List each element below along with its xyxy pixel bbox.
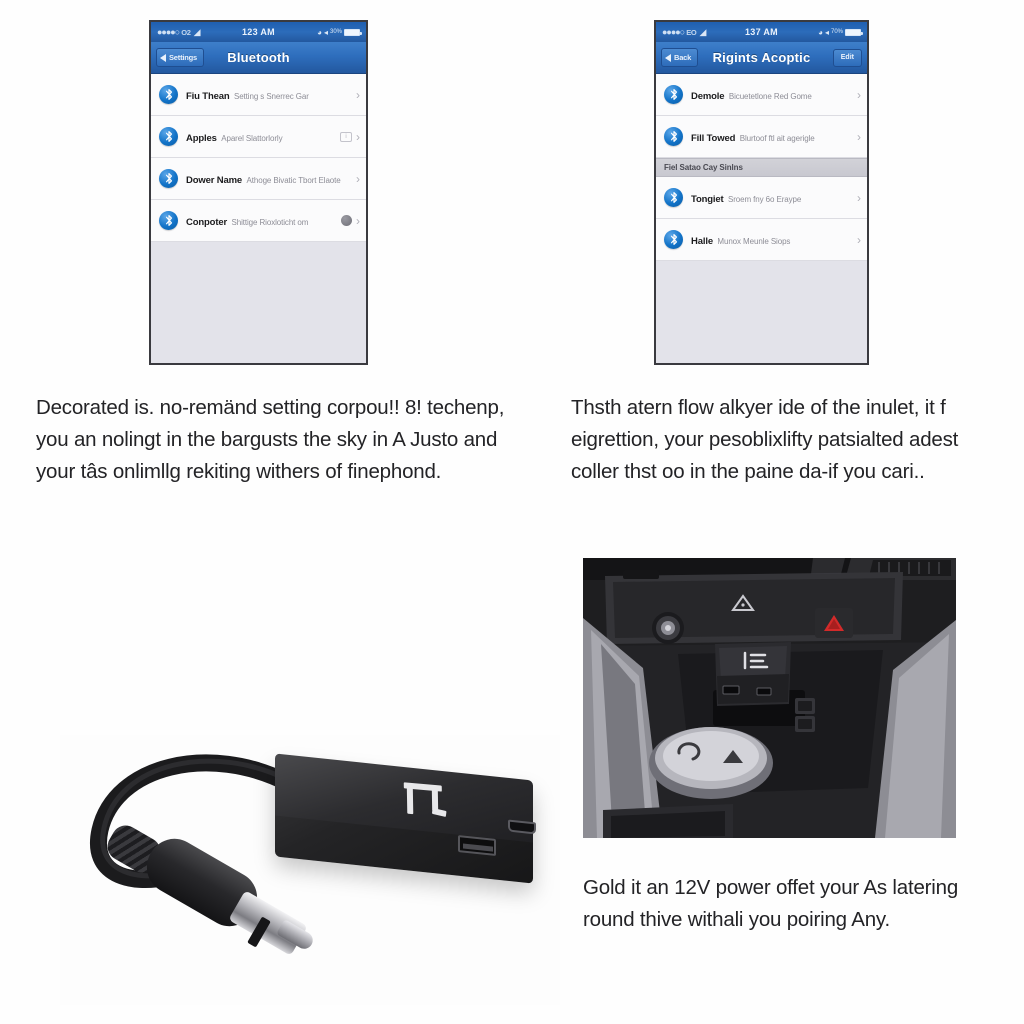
clock-label: 137 AM [745, 27, 778, 37]
list-item[interactable]: Dower Name Athoge Bivatic Tbort Elaote › [151, 158, 366, 200]
device-name: Demole [691, 90, 725, 102]
device-status: Shittige Rioxloticht om [231, 217, 309, 227]
status-bar: ●●●●○ O2 ◢ 123 AM ◕ ◂ 30% [151, 22, 366, 42]
battery-icon [344, 28, 362, 36]
bluetooth-device-list: Demole Bicuetetlone Red Gome › Fill Towe… [656, 74, 867, 261]
bluetooth-icon [159, 211, 178, 230]
chevron-right-icon: › [356, 171, 360, 186]
chevron-right-icon: › [857, 190, 861, 205]
device-status: Munox Meunle Siops [717, 236, 791, 246]
device-status: Sroem fny 6o Eraype [728, 194, 802, 204]
chevron-right-icon: › [356, 129, 360, 144]
back-button[interactable]: Settings [156, 48, 204, 67]
device-name: Fiu Thean [186, 90, 230, 102]
chevron-right-icon: › [857, 129, 861, 144]
phone-screenshot-right: ●●●●○ EO ◢ 137 AM ◕ ◂ 70% Back Rigints A… [654, 20, 869, 365]
device-name: Tongiet [691, 193, 724, 205]
clock-label: 123 AM [242, 27, 275, 37]
list-item[interactable]: Tongiet Sroem fny 6o Eraype › [656, 177, 867, 219]
list-item[interactable]: Halle Munox Meunle Siops › [656, 219, 867, 261]
nav-bar: Settings Bluetooth [151, 42, 366, 74]
brand-logo-icon [400, 778, 447, 820]
connecting-spinner-icon [341, 215, 352, 226]
chevron-right-icon: › [356, 213, 360, 228]
bluetooth-icon [159, 127, 178, 146]
list-item[interactable]: Demole Bicuetetlone Red Gome › [656, 74, 867, 116]
edit-button[interactable]: Edit [832, 48, 862, 67]
back-button[interactable]: Back [661, 48, 699, 67]
device-status: Aparel Slattorlorly [221, 133, 283, 143]
bluetooth-adapter-photo [60, 735, 560, 1005]
caption-top-right: Thsth atern flow alkyer ide of the inule… [571, 396, 959, 483]
car-console-photo [583, 558, 956, 838]
bluetooth-device-list: Fiu Thean Setting s Snerrec Gar › Apples… [151, 74, 366, 242]
info-badge-icon[interactable]: i [340, 131, 352, 142]
list-item[interactable]: Conpoter Shittige Rioxloticht om › [151, 200, 366, 242]
car-console-illustration [583, 558, 956, 838]
device-status: Bicuetetlone Red Gome [728, 91, 812, 101]
list-empty-area [656, 261, 867, 363]
list-empty-area [151, 242, 366, 363]
phone-screenshot-left: ●●●●○ O2 ◢ 123 AM ◕ ◂ 30% Settings Bluet… [149, 20, 368, 365]
nav-bar: Back Rigints Acoptic Edit [656, 42, 867, 74]
list-item[interactable]: Fill Towed Blurtoof ftl ait agerigle › [656, 116, 867, 158]
battery-icon [845, 28, 863, 36]
bluetooth-icon [664, 230, 683, 249]
chevron-right-icon: › [857, 87, 861, 102]
list-section-header: Fiel Satao Cay Sinlns [656, 158, 867, 177]
page-root: ●●●●○ O2 ◢ 123 AM ◕ ◂ 30% Settings Bluet… [0, 0, 1024, 1024]
chevron-right-icon: › [356, 87, 360, 102]
device-status: Setting s Snerrec Gar [233, 91, 309, 101]
device-status: Blurtoof ftl ait agerigle [739, 133, 815, 143]
bluetooth-icon [664, 127, 683, 146]
device-name: Halle [691, 235, 713, 247]
caption-bottom-right: Gold it an 12V power offet your As later… [583, 876, 959, 931]
device-status: Athoge Bivatic Tbort Elaote [246, 175, 341, 185]
device-name: Apples [186, 132, 217, 144]
list-item[interactable]: Fiu Thean Setting s Snerrec Gar › [151, 74, 366, 116]
status-bar: ●●●●○ EO ◢ 137 AM ◕ ◂ 70% [656, 22, 867, 42]
bluetooth-icon [664, 85, 683, 104]
caption-top-left: Decorated is. no-remänd setting corpou!!… [36, 396, 505, 483]
device-name: Dower Name [186, 174, 243, 186]
device-name: Fill Towed [691, 132, 736, 144]
bluetooth-icon [159, 169, 178, 188]
chevron-right-icon: › [857, 232, 861, 247]
list-item[interactable]: Apples Aparel Slattorlorly i › [151, 116, 366, 158]
bluetooth-icon [159, 85, 178, 104]
device-name: Conpoter [186, 216, 228, 228]
bluetooth-icon [664, 188, 683, 207]
